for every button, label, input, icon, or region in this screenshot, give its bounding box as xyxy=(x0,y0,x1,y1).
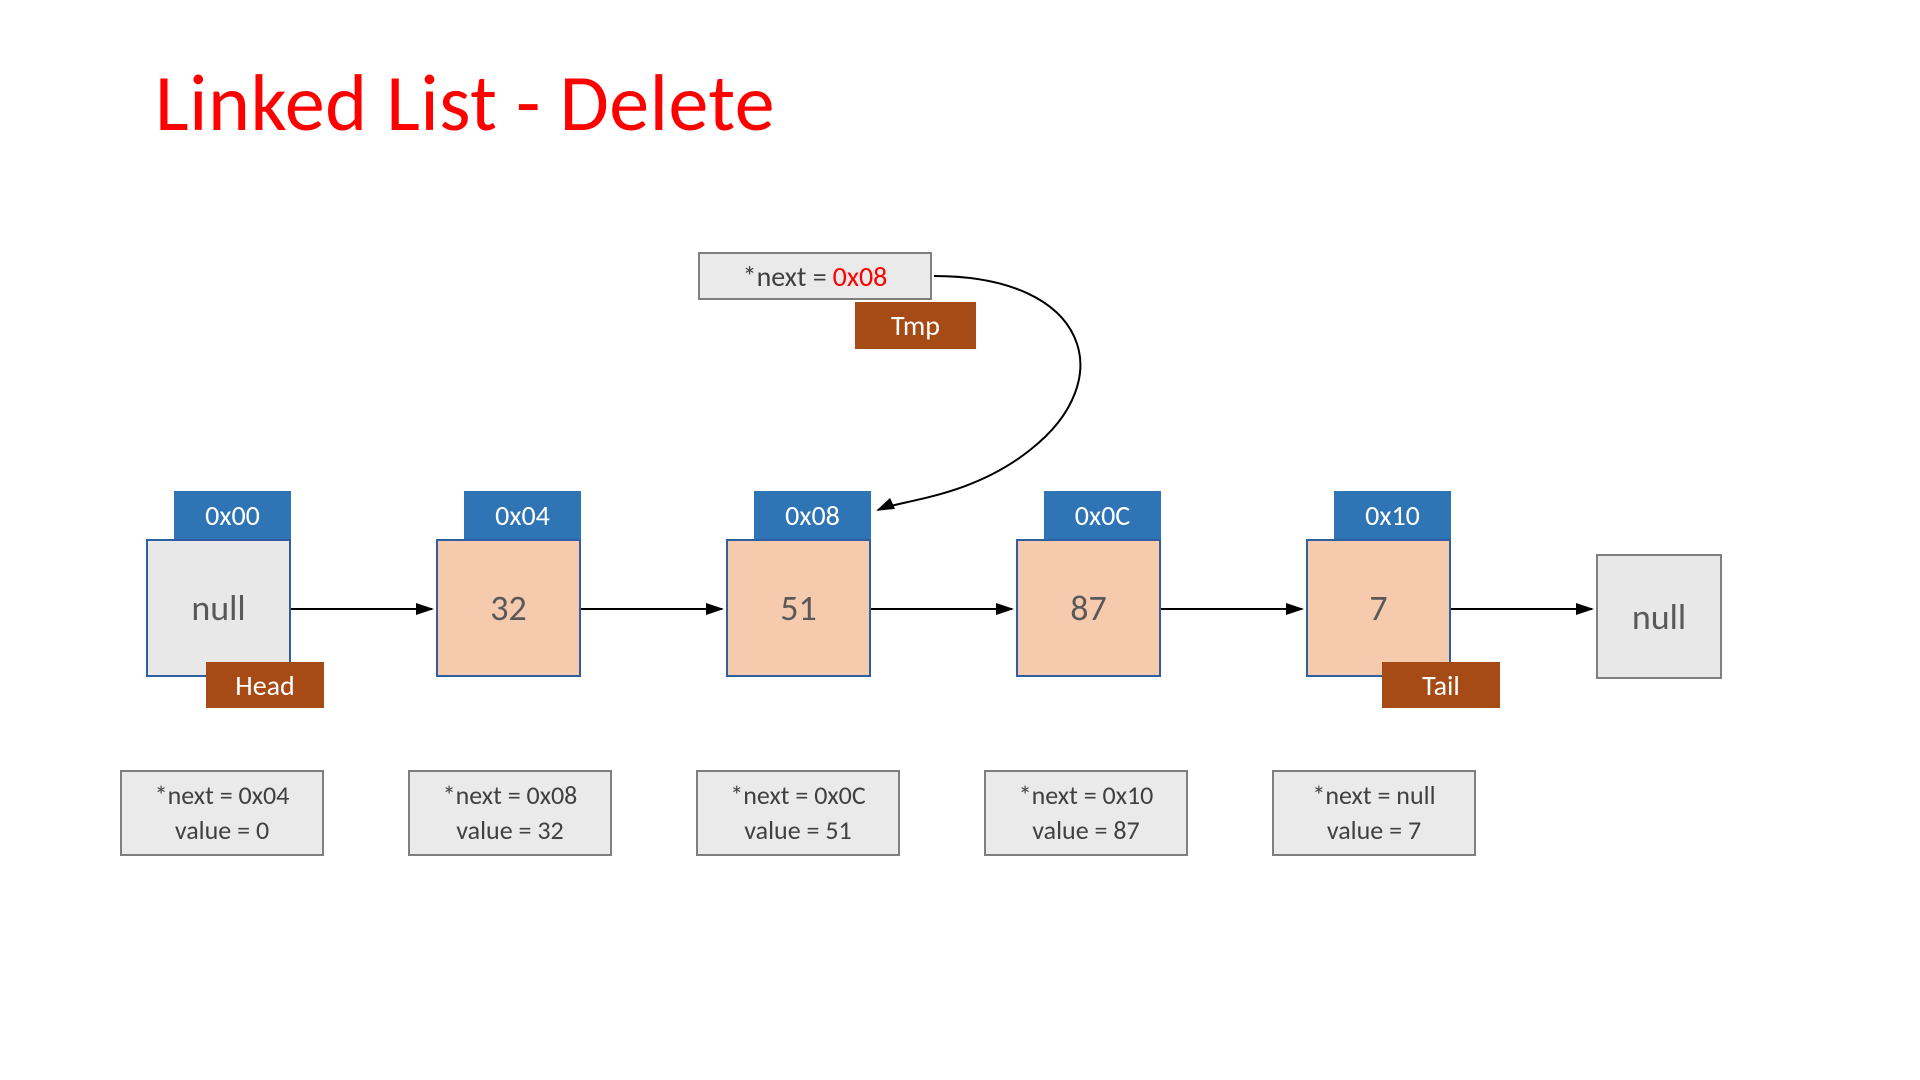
node-1-val: value = 32 xyxy=(456,813,563,848)
node-3-value: 87 xyxy=(1016,539,1161,677)
node-2-value: 51 xyxy=(726,539,871,677)
node-3: 0x0C 87 xyxy=(1016,491,1161,677)
slide-title: Linked List - Delete xyxy=(155,55,775,152)
head-tag: Head xyxy=(206,662,324,708)
node-4-value: 7 xyxy=(1306,539,1451,677)
node-1-address: 0x04 xyxy=(464,491,581,539)
node-4-next: *next = null xyxy=(1312,778,1435,813)
node-0-value: null xyxy=(146,539,291,677)
node-1-value: 32 xyxy=(436,539,581,677)
tmp-tag: Tmp xyxy=(855,302,976,349)
node-1-info: *next = 0x08 value = 32 xyxy=(408,770,612,856)
diagram-stage: Linked List - Delete *next = 0x08 Tmp 0x… xyxy=(0,0,1920,1080)
node-3-info: *next = 0x10 value = 87 xyxy=(984,770,1188,856)
node-4-val: value = 7 xyxy=(1327,813,1421,848)
node-0-address: 0x00 xyxy=(174,491,291,539)
tmp-next-value: 0x08 xyxy=(833,259,888,294)
node-3-address: 0x0C xyxy=(1044,491,1161,539)
tmp-pointer-box: *next = 0x08 xyxy=(698,252,932,300)
node-0-next: *next = 0x04 xyxy=(155,778,290,813)
terminal-null: null xyxy=(1596,554,1722,679)
node-2-address: 0x08 xyxy=(754,491,871,539)
tail-tag: Tail xyxy=(1382,662,1500,708)
node-4-address: 0x10 xyxy=(1334,491,1451,539)
node-1: 0x04 32 xyxy=(436,491,581,677)
node-3-next: *next = 0x10 xyxy=(1019,778,1154,813)
node-2-val: value = 51 xyxy=(744,813,851,848)
node-2: 0x08 51 xyxy=(726,491,871,677)
node-2-next: *next = 0x0C xyxy=(730,778,865,813)
node-4-info: *next = null value = 7 xyxy=(1272,770,1476,856)
node-0-info: *next = 0x04 value = 0 xyxy=(120,770,324,856)
node-1-next: *next = 0x08 xyxy=(443,778,578,813)
node-0-val: value = 0 xyxy=(175,813,269,848)
node-4: 0x10 7 xyxy=(1306,491,1451,677)
node-2-info: *next = 0x0C value = 51 xyxy=(696,770,900,856)
tmp-next-label: *next = xyxy=(743,259,827,294)
node-3-val: value = 87 xyxy=(1032,813,1139,848)
node-0: 0x00 null xyxy=(146,491,291,677)
